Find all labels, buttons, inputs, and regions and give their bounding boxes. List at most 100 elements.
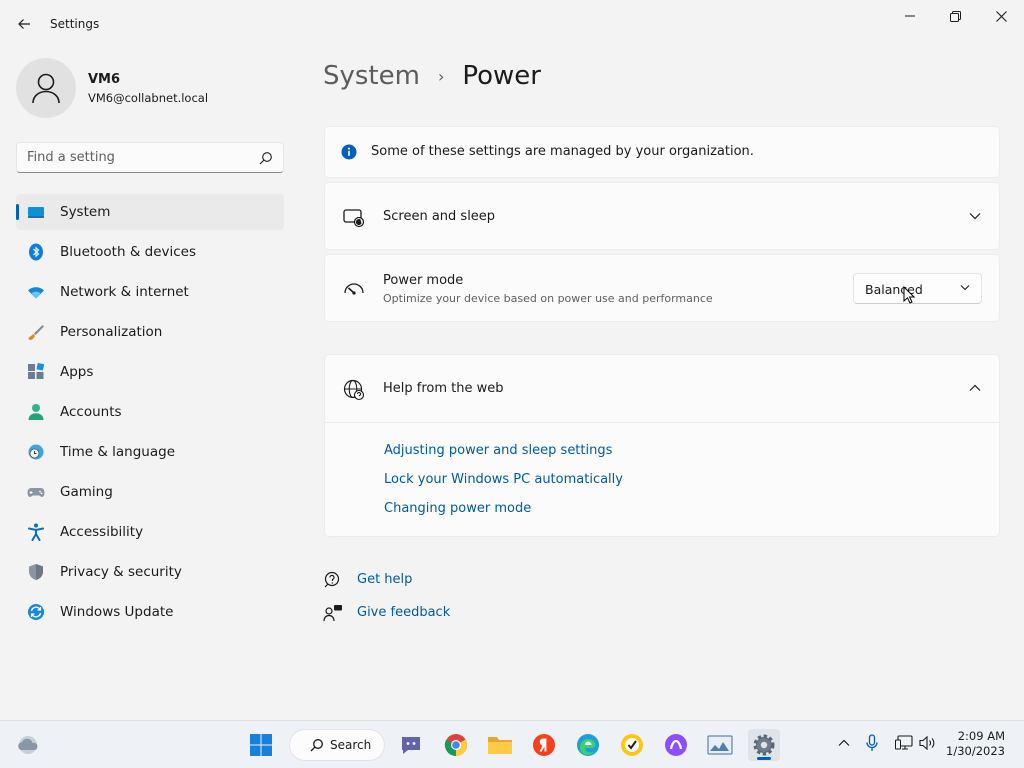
gamepad-icon [27, 488, 45, 497]
sidebar-item-label: Personalization [60, 324, 163, 340]
restore-icon [949, 10, 961, 22]
globe-help-icon [343, 379, 365, 401]
info-icon [341, 144, 357, 160]
help-from-web-title: Help from the web [383, 381, 504, 396]
show-hidden-icons-button[interactable] [834, 733, 854, 753]
chevron-down-icon [960, 285, 970, 291]
wifi-icon [28, 287, 44, 299]
sidebar-item-label: Privacy & security [60, 564, 182, 580]
clock-time: 2:09 AM [957, 729, 1005, 743]
help-from-web-section: Help from the web Adjusting power and sl… [324, 354, 1000, 537]
gear-icon [753, 734, 775, 756]
folder-icon [488, 737, 512, 754]
chrome-icon [444, 734, 467, 756]
chevron-up-icon[interactable] [969, 384, 981, 392]
help-from-web-header[interactable]: Help from the web [325, 355, 999, 423]
chart-image-icon [707, 735, 733, 755]
restore-button[interactable] [932, 0, 978, 32]
power-mode-dropdown[interactable]: Balanced [853, 273, 982, 304]
search-icon[interactable] [259, 150, 273, 169]
user-email: VM6@collabnet.local [88, 91, 209, 105]
windows-logo-icon [250, 734, 272, 756]
sidebar-item-windows-update[interactable]: Windows Update [16, 594, 284, 630]
back-button[interactable] [10, 10, 38, 38]
file-explorer-button[interactable] [484, 729, 516, 761]
sidebar-item-gaming[interactable]: Gaming [16, 474, 284, 510]
edge-icon [577, 734, 599, 756]
give-feedback-icon [323, 605, 342, 622]
sidebar-item-label: Bluetooth & devices [60, 244, 197, 260]
yandex-browser-button[interactable] [528, 729, 560, 761]
search-icon [310, 739, 323, 752]
sidebar-item-network[interactable]: Network & internet [16, 274, 284, 310]
volume-tray-button[interactable] [918, 733, 938, 753]
accessibility-icon [28, 523, 44, 541]
weather-widget-button[interactable] [12, 729, 44, 761]
sidebar-item-accounts[interactable]: Accounts [16, 394, 284, 430]
sidebar-item-label: Windows Update [60, 604, 174, 620]
yandex-icon [533, 734, 555, 756]
bluetooth-icon [29, 243, 43, 261]
microphone-tray-button[interactable] [862, 733, 882, 753]
shield-icon [29, 564, 43, 580]
sidebar-item-system[interactable]: System [16, 194, 284, 230]
chevron-down-icon[interactable] [969, 212, 981, 220]
breadcrumb: System › Power [323, 58, 541, 94]
power-mode-row: Power mode Optimize your device based on… [324, 254, 1000, 322]
sidebar-item-personalization[interactable]: Personalization [16, 314, 284, 350]
help-link-power-sleep[interactable]: Adjusting power and sleep settings [384, 443, 623, 472]
apps-icon [28, 363, 45, 379]
active-app-indicator [757, 757, 771, 760]
power-mode-subtitle: Optimize your device based on power use … [383, 292, 713, 305]
get-help-icon [324, 571, 340, 588]
search-box[interactable] [16, 142, 284, 173]
sidebar-item-label: Time & language [60, 444, 176, 460]
photos-button[interactable] [704, 729, 736, 761]
search-input[interactable] [17, 143, 247, 172]
start-button[interactable] [245, 729, 277, 761]
edge-button[interactable] [572, 729, 604, 761]
back-arrow-icon [18, 19, 30, 29]
help-link-power-mode[interactable]: Changing power mode [384, 501, 623, 530]
taskbar-search-label: Search [330, 738, 372, 752]
network-monitor-icon [895, 735, 913, 750]
speaker-icon [919, 735, 935, 751]
speedometer-icon [344, 283, 364, 295]
close-button[interactable] [978, 0, 1024, 32]
title-bar: Settings [0, 0, 1024, 48]
taskbar-clock[interactable]: 2:09 AM 1/30/2023 [946, 729, 1005, 759]
update-icon [28, 604, 44, 620]
network-tray-button[interactable] [894, 733, 914, 753]
avatar[interactable] [16, 58, 76, 118]
screen-and-sleep-row[interactable]: Screen and sleep [324, 182, 1000, 250]
teams-chat-button[interactable] [395, 729, 427, 761]
chrome-button[interactable] [440, 729, 472, 761]
help-links-list: Adjusting power and sleep settings Lock … [384, 443, 623, 530]
person-icon [28, 404, 44, 420]
breadcrumb-parent[interactable]: System [323, 61, 420, 91]
minimize-button[interactable] [887, 0, 933, 32]
get-help-link[interactable]: Get help [357, 572, 412, 587]
monitor-icon [28, 207, 44, 218]
sidebar-item-privacy[interactable]: Privacy & security [16, 554, 284, 590]
norton-button[interactable] [616, 729, 648, 761]
sidebar-item-bluetooth[interactable]: Bluetooth & devices [16, 234, 284, 270]
chevron-up-icon [838, 739, 850, 746]
sidebar-item-label: Gaming [60, 484, 113, 500]
sidebar-item-time-language[interactable]: Time & language [16, 434, 284, 470]
sidebar-item-label: Accessibility [60, 524, 144, 540]
alice-assistant-button[interactable] [660, 729, 692, 761]
sidebar-item-accessibility[interactable]: Accessibility [16, 514, 284, 550]
close-icon [995, 10, 1007, 22]
brush-icon [28, 325, 44, 340]
taskbar-search[interactable]: Search [289, 729, 385, 761]
sidebar-item-apps[interactable]: Apps [16, 354, 284, 390]
sidebar-nav: System Bluetooth & devices Network & int… [16, 194, 284, 634]
chat-icon [402, 737, 420, 754]
selection-indicator [16, 204, 19, 220]
user-name: VM6 [88, 72, 121, 87]
help-link-lock-pc[interactable]: Lock your Windows PC automatically [384, 472, 623, 501]
screen-sleep-title: Screen and sleep [383, 209, 496, 224]
mouse-cursor-icon [903, 286, 915, 304]
give-feedback-link[interactable]: Give feedback [357, 605, 450, 620]
